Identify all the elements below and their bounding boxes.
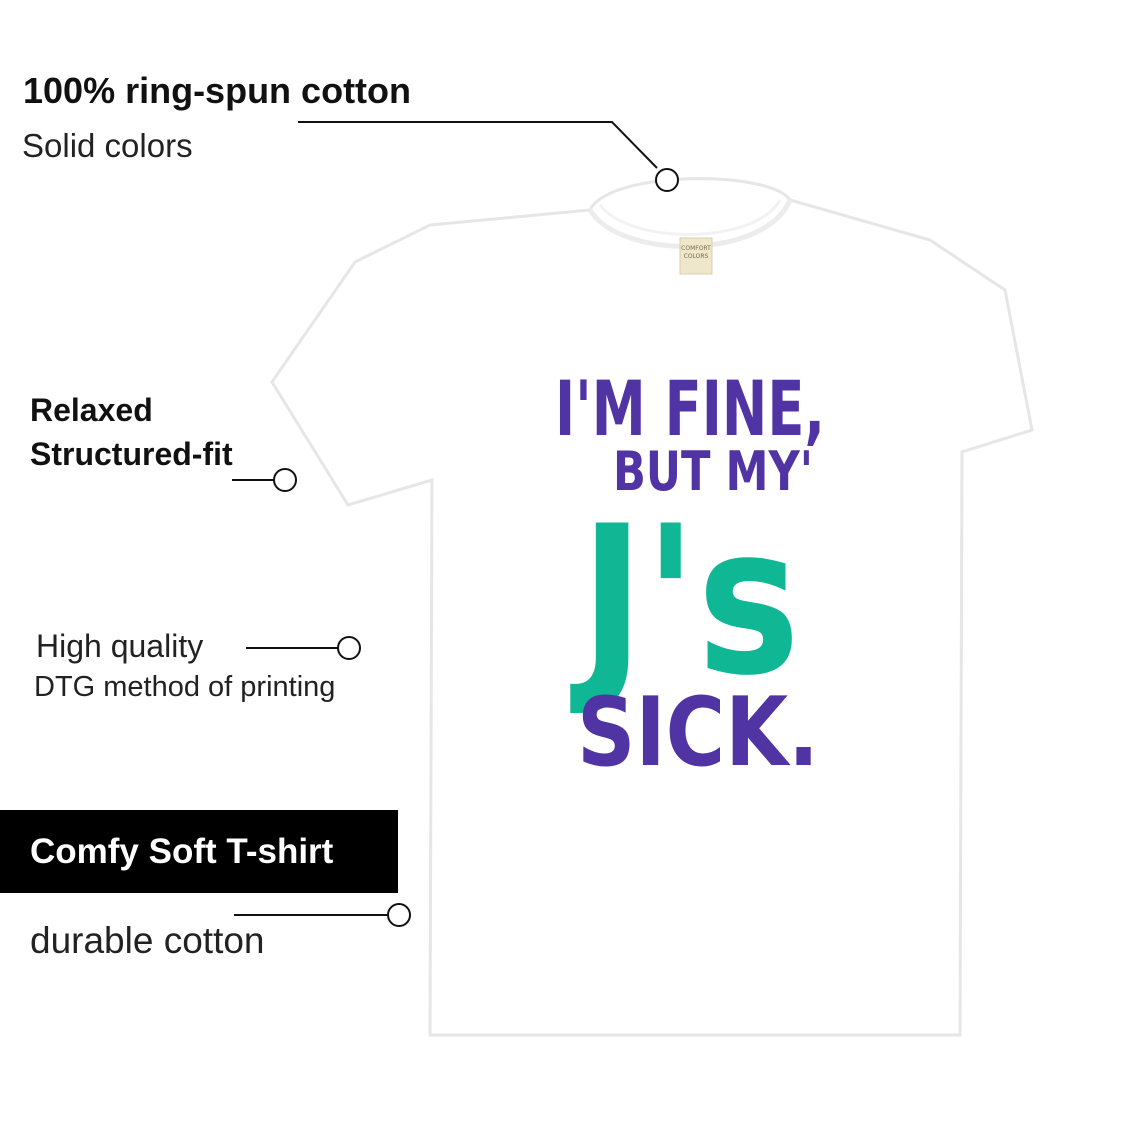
feature-fit-line1: Relaxed [30,392,153,428]
callout-dot-durable [387,903,411,927]
feature-fit-line2: Structured-fit [30,436,233,472]
callout-line-cotton [298,121,658,169]
callout-lines [232,121,679,927]
callout-dot-quality [337,636,361,660]
feature-quality-line2: DTG method of printing [34,671,336,703]
feature-cotton-subtitle: Solid colors [22,127,193,164]
callout-dot-fit [273,468,297,492]
callout-dot-cotton [655,168,679,192]
feature-cotton-title: 100% ring-spun cotton [23,70,412,111]
feature-durable-cotton: durable cotton [30,920,265,961]
feature-quality-line1: High quality [36,628,204,664]
comfy-soft-tshirt-banner: Comfy Soft T-shirt [0,810,398,893]
